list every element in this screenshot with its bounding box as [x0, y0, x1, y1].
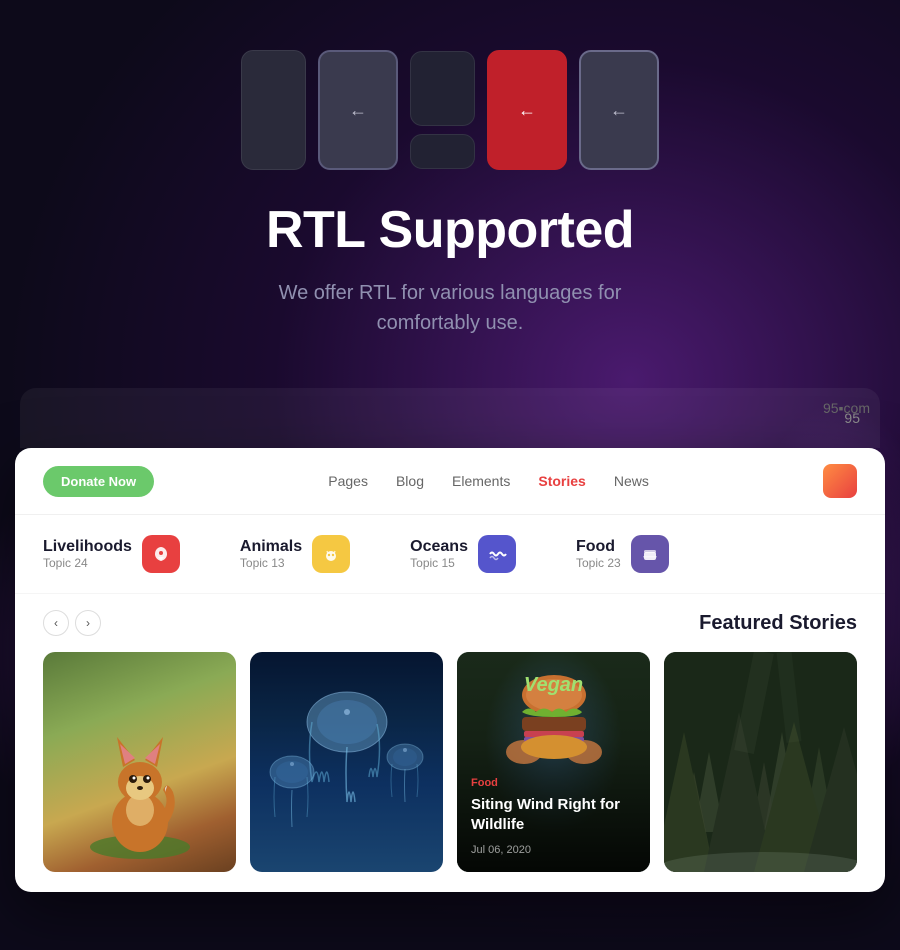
prev-arrow-button[interactable]: ‹: [43, 610, 69, 636]
hero-title: RTL Supported: [266, 200, 634, 260]
topic-food-name: Food: [576, 538, 621, 556]
topic-food-icon: [631, 535, 669, 573]
rtl-icons-row: ← ← ←: [241, 50, 659, 170]
nav-links: Pages Blog Elements Stories News: [328, 473, 649, 489]
nav-pages[interactable]: Pages: [328, 473, 368, 489]
topic-animals-count: Topic 13: [240, 556, 302, 570]
content-wrapper: ← ← ← RTL Supported We offer RTL for var…: [0, 0, 900, 892]
forest-illustration: [664, 652, 857, 872]
rtl-card-3a: [410, 51, 475, 126]
left-arrow-icon-2: ←: [518, 100, 536, 121]
featured-header: ‹ › Featured Stories: [43, 610, 857, 636]
story-card-forest[interactable]: [664, 652, 857, 872]
rtl-card-1: [241, 50, 306, 170]
featured-stories-title: Featured Stories: [699, 612, 857, 635]
app-preview-wrapper: 95▪com Donate Now Pages Blog Elements St…: [0, 388, 900, 892]
topic-livelihoods-name: Livelihoods: [43, 538, 132, 556]
hero-subtitle: We offer RTL for various languages for c…: [279, 278, 622, 338]
topic-livelihoods[interactable]: Livelihoods Topic 24: [43, 535, 180, 573]
donate-now-button[interactable]: Donate Now: [43, 466, 154, 497]
forest-background: [664, 652, 857, 872]
jellyfish-illustration: [257, 672, 437, 872]
topic-livelihoods-icon: [142, 535, 180, 573]
rtl-card-small-group: [410, 51, 475, 169]
topic-food-text: Food Topic 23: [576, 538, 621, 570]
topics-row: Livelihoods Topic 24 Animals T: [15, 515, 885, 594]
nav-elements[interactable]: Elements: [452, 473, 510, 489]
topic-animals-name: Animals: [240, 538, 302, 556]
vegan-story-title: Siting Wind Right for Wildlife: [471, 795, 636, 834]
next-arrow-button[interactable]: ›: [75, 610, 101, 636]
left-arrow-icon-3: ←: [610, 100, 628, 121]
story-card-jellyfish[interactable]: [250, 652, 443, 872]
topic-oceans-count: Topic 15: [410, 556, 468, 570]
topic-oceans-text: Oceans Topic 15: [410, 538, 468, 570]
nav-stories[interactable]: Stories: [538, 473, 585, 489]
rtl-card-2: ←: [318, 50, 398, 170]
fox-background: [43, 652, 236, 872]
vegan-date: Jul 06, 2020: [471, 844, 531, 856]
topic-oceans-icon: [478, 535, 516, 573]
vegan-text-content: Food Siting Wind Right for Wildlife Jul …: [471, 777, 636, 858]
topic-animals-text: Animals Topic 13: [240, 538, 302, 570]
story-card-fox[interactable]: [43, 652, 236, 872]
left-arrow-icon-1: ←: [349, 100, 367, 121]
jellyfish-background: [250, 652, 443, 872]
app-card: Donate Now Pages Blog Elements Stories N…: [15, 448, 885, 892]
stories-grid: Vegan Food Siting Wind Right for Wildlif…: [43, 652, 857, 872]
nav-blog[interactable]: Blog: [396, 473, 424, 489]
topic-animals[interactable]: Animals Topic 13: [240, 535, 350, 573]
rtl-card-3b: [410, 134, 475, 169]
rtl-card-4: ←: [487, 50, 567, 170]
topic-oceans-name: Oceans: [410, 538, 468, 556]
avatar: [823, 464, 857, 498]
topic-food[interactable]: Food Topic 23: [576, 535, 669, 573]
nav-arrows: ‹ ›: [43, 610, 101, 636]
story-card-vegan[interactable]: Vegan Food Siting Wind Right for Wildlif…: [457, 652, 650, 872]
rtl-card-5: ←: [579, 50, 659, 170]
nav-news[interactable]: News: [614, 473, 649, 489]
topic-food-count: Topic 23: [576, 556, 621, 570]
topic-oceans[interactable]: Oceans Topic 15: [410, 535, 516, 573]
featured-area: ‹ › Featured Stories: [15, 594, 885, 892]
topic-livelihoods-text: Livelihoods Topic 24: [43, 538, 132, 570]
vegan-category: Food: [471, 777, 636, 789]
topic-animals-icon: [312, 535, 350, 573]
app-navbar: Donate Now Pages Blog Elements Stories N…: [15, 448, 885, 515]
fox-illustration: [85, 692, 195, 862]
vegan-word-label: Vegan: [524, 674, 583, 697]
app-preview-bg: 95▪com: [20, 388, 880, 448]
topic-livelihoods-count: Topic 24: [43, 556, 132, 570]
watermark-label: 95▪com: [823, 400, 870, 416]
